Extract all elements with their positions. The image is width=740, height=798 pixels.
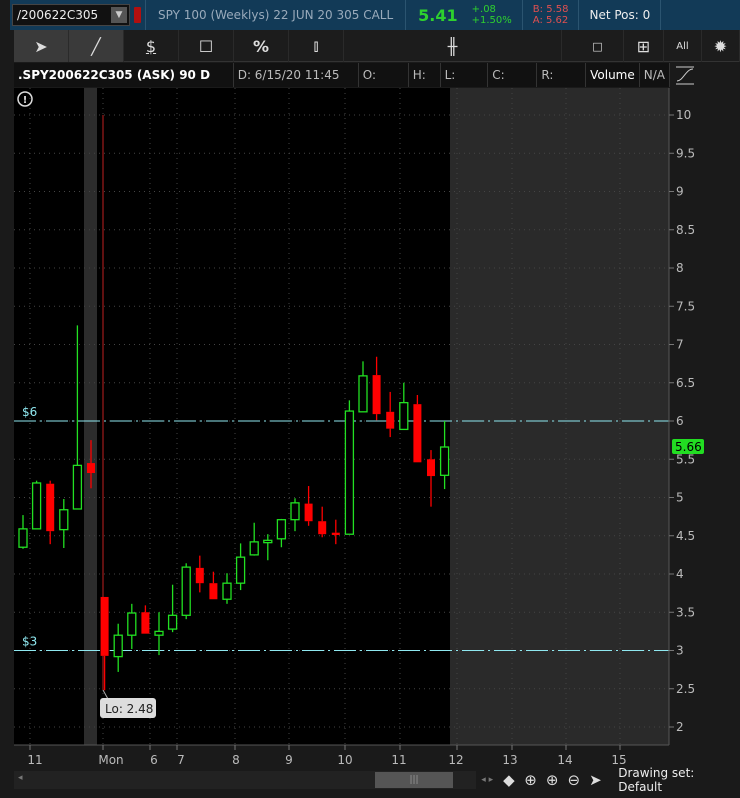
y-tick-label: 6 <box>676 414 684 428</box>
candle-body <box>358 375 368 413</box>
candle-body <box>304 503 313 522</box>
last-price-tag: 5.66 <box>672 439 704 455</box>
y-tick-label: 4.5 <box>676 529 695 543</box>
candle-body <box>386 411 395 429</box>
x-tick-label: 6 <box>150 753 158 767</box>
candle-body <box>59 509 69 531</box>
horizontal-scrollbar[interactable]: ◂ ||| <box>14 771 477 789</box>
y-tick-label: 8.5 <box>676 223 695 237</box>
candle-body <box>167 614 178 630</box>
price-chart[interactable]: $6$3 109.598.587.576.565.554.543.532.52 … <box>0 0 740 768</box>
candle-body <box>141 612 150 634</box>
y-tick-label: 3 <box>676 644 684 658</box>
candle <box>31 480 42 530</box>
candle-body <box>318 521 327 535</box>
candle-body <box>113 634 123 658</box>
x-tick-label: 8 <box>232 753 240 767</box>
cursor-icon[interactable]: ➤ <box>585 771 607 789</box>
candle-body <box>18 528 28 548</box>
y-tick-label: 2.5 <box>676 682 695 696</box>
drawing-set-selector[interactable]: Drawing set: Default <box>618 766 740 794</box>
scroll-thumb[interactable]: ||| <box>375 772 453 788</box>
price-level-label: $6 <box>22 405 37 419</box>
x-tick-label: 10 <box>337 753 352 767</box>
chart-footer: ◂ ||| ◂ ▸ ◆ ⊕ ⊕ ⊖ ➤ Drawing set: Default <box>14 766 740 794</box>
candle-body <box>31 482 42 530</box>
expand-icon[interactable]: ◆ <box>498 771 520 789</box>
candle-body <box>195 567 204 584</box>
y-tick-label: 4 <box>676 567 684 581</box>
candle-body <box>100 596 109 656</box>
x-tick-label: 12 <box>448 753 463 767</box>
x-tick-label: 13 <box>502 753 517 767</box>
candle-body <box>209 583 218 600</box>
x-tick-label: 11 <box>391 753 406 767</box>
zoom-out-icon[interactable]: ⊖ <box>563 771 585 789</box>
low-label-text: Lo: 2.48 <box>105 702 153 716</box>
session-break-band <box>84 88 97 745</box>
candle-body <box>427 459 435 477</box>
candle-body <box>222 582 232 600</box>
candle-body <box>154 630 164 636</box>
y-tick-label: 2 <box>676 720 684 734</box>
y-tick-label: 5.5 <box>676 452 695 466</box>
alert-icon-mark: ! <box>23 95 28 106</box>
x-tick-label: 14 <box>557 753 572 767</box>
candle-body <box>263 539 273 544</box>
candle <box>344 400 355 535</box>
candle <box>413 394 422 463</box>
candle-body <box>235 556 246 584</box>
last-price-tag-text: 5.66 <box>675 440 702 454</box>
x-tick-label: 11 <box>27 753 42 767</box>
candle-body <box>181 566 191 616</box>
scroll-left-icon[interactable]: ◂ <box>18 773 23 783</box>
candle-body <box>372 375 381 415</box>
candle-body <box>72 464 83 510</box>
candle-body <box>344 410 355 535</box>
x-tick-label: 9 <box>285 753 293 767</box>
y-tick-label: 7.5 <box>676 299 695 313</box>
scroll-arrows-icon[interactable]: ◂ ▸ <box>476 775 498 785</box>
candle <box>181 563 191 620</box>
candle-body <box>413 404 422 463</box>
y-tick-label: 10 <box>676 108 691 122</box>
x-tick-label: 15 <box>611 753 626 767</box>
candle-body <box>249 541 259 556</box>
candle-body <box>439 446 450 476</box>
x-tick-label: 7 <box>177 753 185 767</box>
candle-body <box>87 463 95 474</box>
zoom-in-icon[interactable]: ⊕ <box>541 771 563 789</box>
candle-body <box>127 612 137 636</box>
candle-body <box>331 532 340 535</box>
y-tick-label: 7 <box>676 338 684 352</box>
candle-body <box>276 519 287 540</box>
candle-body <box>290 502 300 521</box>
y-tick-label: 3.5 <box>676 605 695 619</box>
future-area <box>450 88 669 745</box>
y-tick-label: 9 <box>676 185 684 199</box>
price-level-label: $3 <box>22 635 37 649</box>
crosshair-icon[interactable]: ⊕ <box>520 771 542 789</box>
candle-body <box>46 483 55 532</box>
y-tick-label: 5 <box>676 491 684 505</box>
y-tick-label: 8 <box>676 261 684 275</box>
candle-body <box>399 401 409 431</box>
y-tick-label: 9.5 <box>676 146 695 160</box>
y-tick-label: 6.5 <box>676 376 695 390</box>
x-tick-label: Mon <box>98 753 123 767</box>
